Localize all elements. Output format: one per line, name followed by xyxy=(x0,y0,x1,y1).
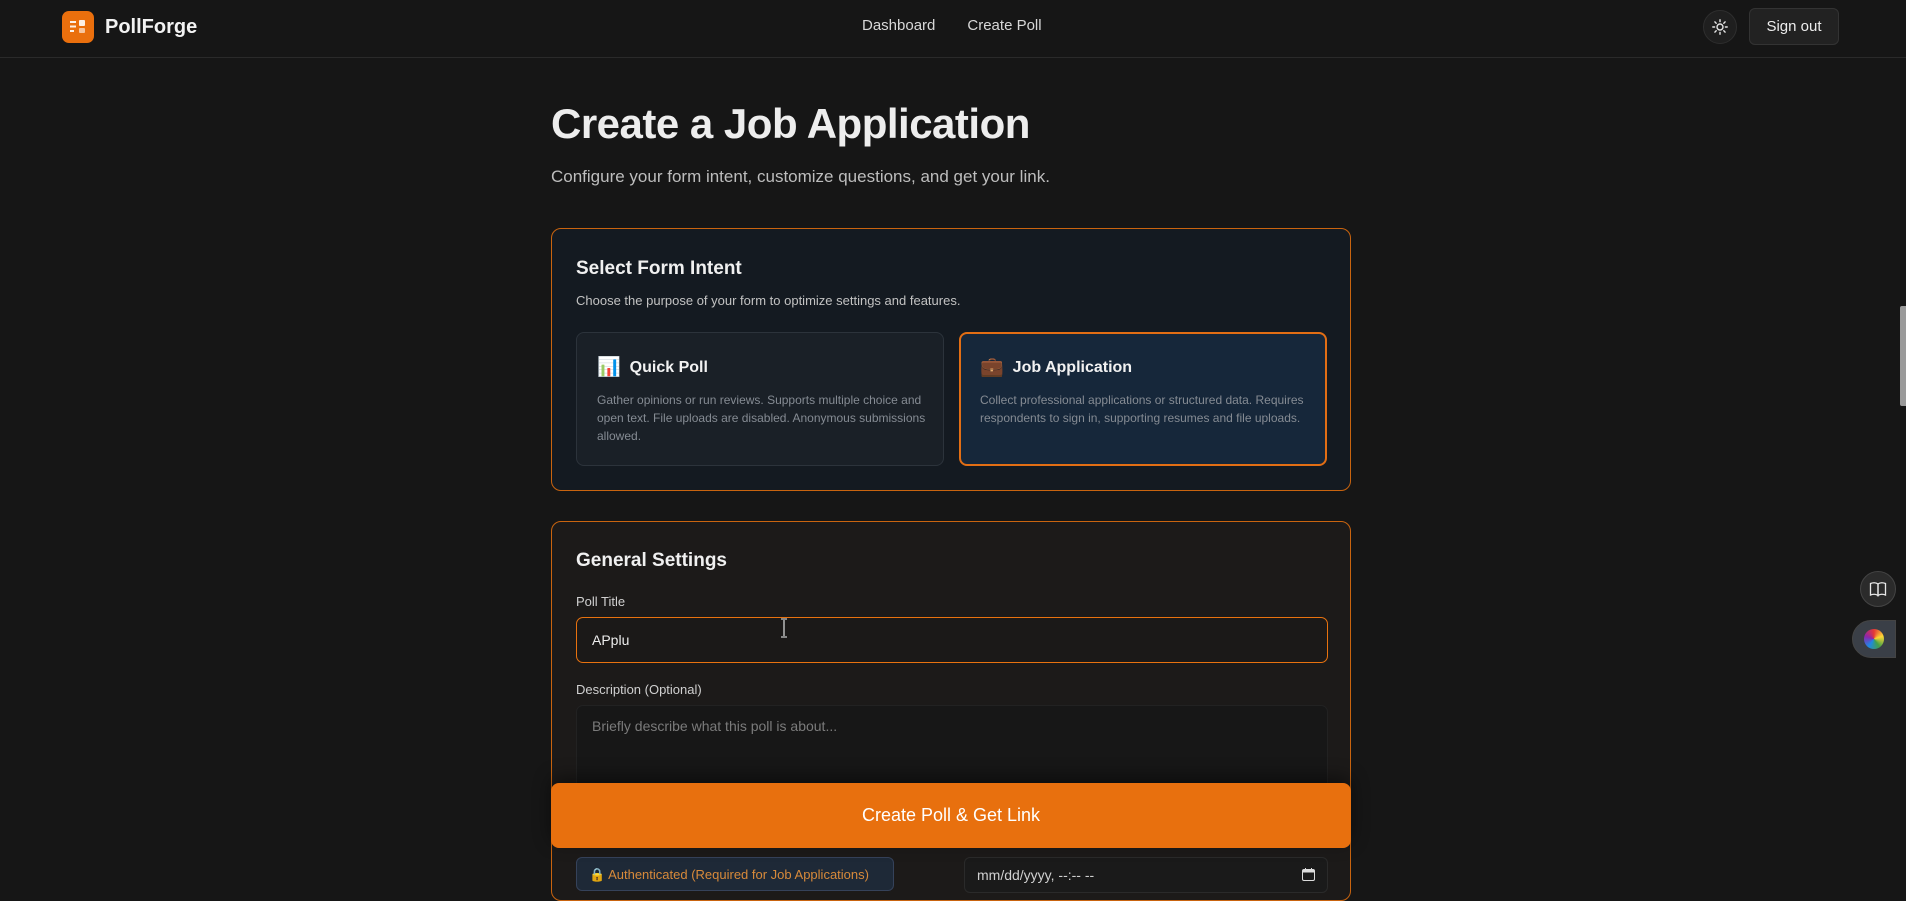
top-navbar: PollForge Dashboard Create Poll Sign out xyxy=(0,0,1906,58)
bar-chart-icon: 📊 xyxy=(597,357,621,378)
nav-create-poll[interactable]: Create Poll xyxy=(967,17,1041,34)
sun-icon xyxy=(1712,19,1728,35)
create-poll-button[interactable]: Create Poll & Get Link xyxy=(551,783,1351,848)
form-intent-card: Select Form Intent Choose the purpose of… xyxy=(551,228,1351,491)
option-description: Gather opinions or run reviews. Supports… xyxy=(597,393,926,443)
option-description: Collect professional applications or str… xyxy=(980,393,1304,425)
auth-mode-badge[interactable]: 🔒 Authenticated (Required for Job Applic… xyxy=(576,857,894,891)
palette-icon xyxy=(1864,629,1884,649)
edge-tab[interactable] xyxy=(1900,306,1906,406)
intent-option-quick-poll[interactable]: 📊 Quick Poll Gather opinions or run revi… xyxy=(576,332,944,466)
nav-dashboard[interactable]: Dashboard xyxy=(862,17,935,34)
poll-title-input[interactable] xyxy=(576,617,1328,663)
intent-description: Choose the purpose of your form to optim… xyxy=(576,293,961,308)
date-placeholder: mm/dd/yyyy, --:-- -- xyxy=(977,867,1095,883)
intent-option-job-application[interactable]: 💼 Job Application Collect professional a… xyxy=(959,332,1327,466)
brand-name: PollForge xyxy=(105,15,198,38)
option-title: Quick Poll xyxy=(629,358,708,376)
book-icon xyxy=(1869,582,1887,597)
sign-out-button[interactable]: Sign out xyxy=(1749,8,1839,45)
option-title: Job Application xyxy=(1012,358,1133,376)
theme-toggle-button[interactable] xyxy=(1703,10,1737,44)
poll-title-label: Poll Title xyxy=(576,594,626,609)
page-title: Create a Job Application xyxy=(551,100,1030,147)
text-cursor-icon xyxy=(781,618,787,638)
page-subtitle: Configure your form intent, customize qu… xyxy=(551,167,1050,186)
brand[interactable]: PollForge xyxy=(62,11,197,43)
calendar-icon[interactable] xyxy=(1302,868,1315,881)
deadline-datetime-input[interactable]: mm/dd/yyyy, --:-- -- xyxy=(964,857,1328,893)
description-label: Description (Optional) xyxy=(576,682,702,697)
description-input[interactable] xyxy=(576,705,1328,795)
color-tool-button[interactable] xyxy=(1852,620,1896,658)
settings-title: General Settings xyxy=(576,550,727,571)
intent-title: Select Form Intent xyxy=(576,258,742,279)
reader-tool-button[interactable] xyxy=(1860,571,1896,607)
briefcase-icon: 💼 xyxy=(980,357,1004,378)
main-nav: Dashboard Create Poll xyxy=(862,17,1042,34)
logo-icon xyxy=(62,11,94,43)
